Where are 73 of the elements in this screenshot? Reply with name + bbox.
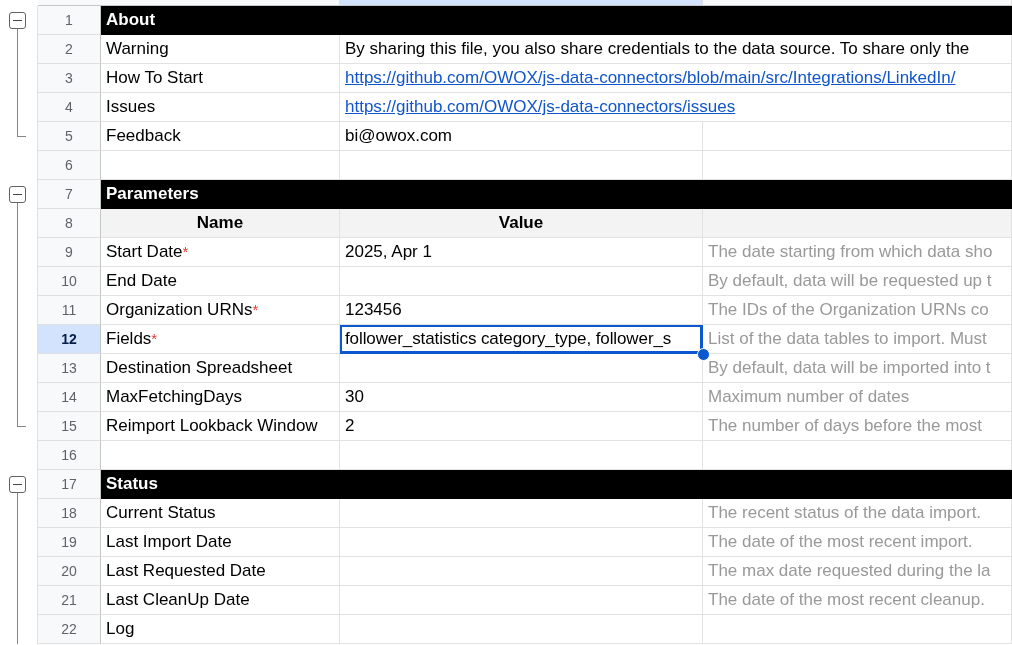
table-cell: The number of days before the most	[703, 412, 1012, 441]
table-cell: By default, data will be requested up t	[703, 267, 1012, 296]
row-header[interactable]: 14	[38, 383, 101, 412]
table-cell: The max date requested during the la	[703, 557, 1012, 586]
column-heading: Value	[340, 209, 703, 238]
table-cell: follower_statistics category_type, follower_s	[340, 325, 703, 354]
collapse-button[interactable]	[9, 186, 26, 203]
table-cell: 30	[340, 383, 703, 412]
required-mark: *	[252, 301, 259, 318]
row-header[interactable]: 15	[38, 412, 101, 441]
required-mark: *	[182, 243, 189, 260]
table-cell: Warning	[106, 39, 169, 59]
row-header[interactable]: 12	[38, 325, 101, 354]
required-mark: *	[151, 330, 158, 347]
row-header[interactable]: 3	[38, 64, 101, 93]
table-cell: Maximum number of dates	[703, 383, 1012, 412]
row-header[interactable]: 10	[38, 267, 101, 296]
row-header[interactable]: 9	[38, 238, 101, 267]
row-header[interactable]: 20	[38, 557, 101, 586]
section-title: About	[101, 6, 1012, 35]
link[interactable]: https://github.com/OWOX/js-data-connectors/blob/main/src/Integrations/LinkedIn/	[345, 68, 956, 88]
row-header[interactable]: 8	[38, 209, 101, 238]
column-heading: Name	[101, 209, 340, 238]
row-header[interactable]: 19	[38, 528, 101, 557]
table-cell: The IDs of the Organization URNs co	[703, 296, 1012, 325]
table-cell: The date starting from which data sho	[703, 238, 1012, 267]
table-cell: By default, data will be imported into t	[703, 354, 1012, 383]
row-header[interactable]: 21	[38, 586, 101, 615]
table-cell: The date of the most recent import.	[703, 528, 1012, 557]
table-cell: Reimport Lookback Window	[106, 416, 318, 436]
row-header[interactable]: 1	[38, 6, 101, 35]
table-cell: Organization URNs	[106, 300, 253, 320]
fill-handle[interactable]	[697, 348, 710, 361]
table-cell: Start Date	[106, 242, 183, 262]
table-cell: End Date	[106, 271, 177, 291]
row-header[interactable]: 16	[38, 441, 101, 470]
row-header[interactable]: 4	[38, 93, 101, 122]
row-header[interactable]: 17	[38, 470, 101, 499]
table-cell: Log	[106, 619, 135, 639]
table-cell: 123456	[340, 296, 703, 325]
minus-icon	[13, 19, 22, 22]
row-header[interactable]: 11	[38, 296, 101, 325]
table-cell: 2	[340, 412, 703, 441]
row-header[interactable]: 13	[38, 354, 101, 383]
table-cell: Issues	[106, 97, 156, 117]
row-header[interactable]: 7	[38, 180, 101, 209]
row-header[interactable]: 22	[38, 615, 101, 644]
collapse-button[interactable]	[9, 476, 26, 493]
collapse-button[interactable]	[9, 12, 26, 29]
table-cell: MaxFetchingDays	[106, 387, 243, 407]
table-cell: Feedback	[106, 126, 181, 146]
table-cell: The date of the most recent cleanup.	[703, 586, 1012, 615]
table-cell: bi@owox.com	[345, 126, 452, 146]
table-cell: Destination Spreadsheet	[106, 358, 293, 378]
table-cell: List of the data tables to import. Must	[703, 325, 1012, 354]
table-cell: Fields	[106, 329, 152, 349]
table-cell: Current Status	[106, 503, 216, 523]
row-header[interactable]: 18	[38, 499, 101, 528]
table-cell: Last Requested Date	[106, 561, 266, 581]
row-header[interactable]: 6	[38, 151, 101, 180]
row-header[interactable]: 5	[38, 122, 101, 151]
minus-icon	[13, 483, 22, 486]
section-title: Parameters	[101, 180, 1012, 209]
table-cell: How To Start	[106, 68, 203, 88]
table-cell: The recent status of the data import.	[703, 499, 1012, 528]
table-cell: Last Import Date	[106, 532, 232, 552]
link[interactable]: https://github.com/OWOX/js-data-connectors/issues	[345, 97, 736, 117]
table-cell: By sharing this file, you also share credentials to the data source. To share only the	[345, 39, 970, 59]
row-header[interactable]: 2	[38, 35, 101, 64]
table-cell: 2025, Apr 1	[340, 238, 703, 267]
section-title: Status	[101, 470, 1012, 499]
minus-icon	[13, 193, 22, 196]
table-cell: Last CleanUp Date	[106, 590, 250, 610]
